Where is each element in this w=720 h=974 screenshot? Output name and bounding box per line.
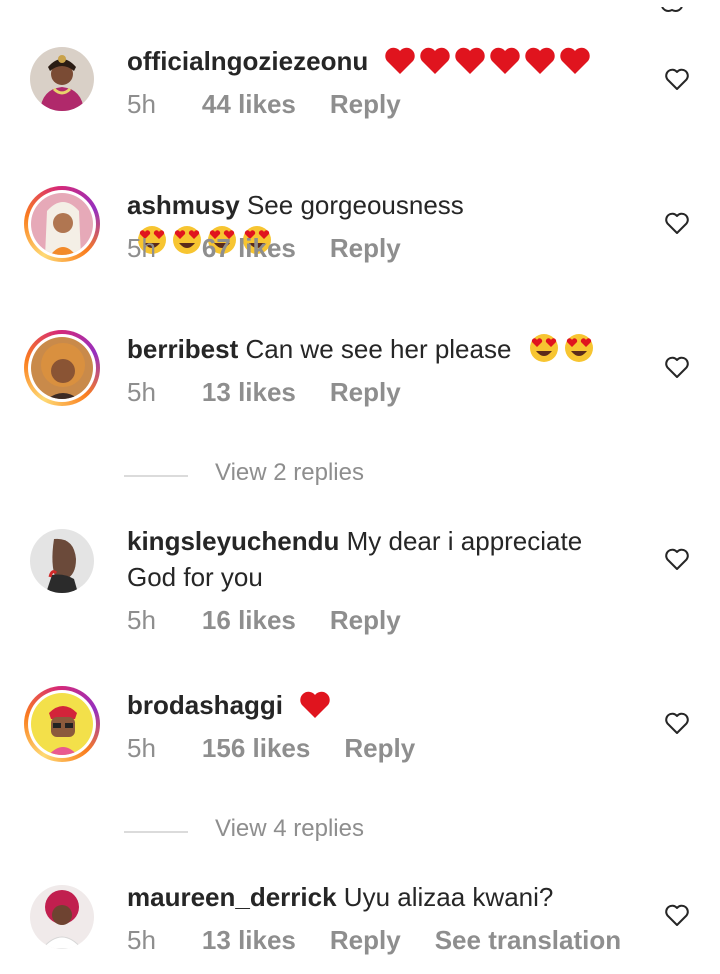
comment-time: 5h	[127, 377, 156, 407]
comment-likes[interactable]: 16 likes	[202, 605, 296, 636]
red-heart-icon	[560, 47, 591, 74]
comment-time: 5h	[127, 89, 156, 119]
comment-text: Can we see her please	[245, 334, 512, 364]
like-heart-icon[interactable]	[664, 355, 690, 379]
comment-time: 5h	[127, 733, 156, 763]
comment-username[interactable]: officialngoziezeonu	[127, 46, 368, 76]
comment-time: 5h	[127, 605, 156, 635]
comment-text: See gorgeousness	[246, 190, 464, 220]
comment-time: 5h	[127, 233, 156, 263]
reply-button[interactable]: Reply	[344, 733, 415, 764]
comment-likes[interactable]: 13 likes	[202, 377, 296, 408]
heart-eyes-icon	[529, 334, 558, 362]
red-heart-icon	[525, 47, 556, 74]
replies-divider	[124, 831, 188, 833]
comment-likes[interactable]: 13 likes	[202, 925, 296, 956]
view-replies-label[interactable]: View 2 replies	[215, 459, 364, 487]
like-heart-icon[interactable]	[664, 547, 690, 571]
avatar[interactable]	[30, 529, 94, 593]
red-heart-icon	[385, 47, 416, 74]
comment-text: Uyu alizaa kwani?	[343, 882, 554, 912]
red-heart-icon	[490, 47, 521, 74]
comment-username[interactable]: ashmusy	[127, 190, 240, 220]
like-heart-icon[interactable]	[664, 903, 690, 927]
comments-thread: officialngoziezeonu 5h 44 likes Reply as…	[0, 0, 720, 974]
reply-button[interactable]: Reply	[330, 605, 401, 636]
red-heart-icon	[300, 691, 330, 718]
comment-likes[interactable]: 156 likes	[202, 733, 310, 764]
avatar[interactable]	[24, 330, 100, 406]
comment-emojis	[525, 331, 595, 367]
like-heart-icon[interactable]	[664, 211, 690, 235]
comment-time: 5h	[127, 925, 156, 955]
replies-divider	[124, 475, 188, 477]
heart-icon-partial	[660, 0, 684, 12]
avatar[interactable]	[30, 47, 94, 111]
like-heart-icon[interactable]	[664, 67, 690, 91]
reply-button[interactable]: Reply	[330, 89, 401, 120]
like-heart-icon[interactable]	[664, 711, 690, 735]
comment-likes[interactable]: 44 likes	[202, 89, 296, 120]
comment-username[interactable]: maureen_derrick	[127, 882, 337, 912]
avatar[interactable]	[24, 186, 100, 262]
comment-username[interactable]: brodashaggi	[127, 690, 283, 720]
comment-username[interactable]: berribest	[127, 334, 238, 364]
red-heart-icon	[420, 47, 451, 74]
comment-emojis	[296, 687, 331, 723]
comment-emojis	[381, 43, 591, 79]
reply-button[interactable]: Reply	[330, 925, 401, 956]
heart-eyes-icon	[564, 334, 593, 362]
view-replies-label[interactable]: View 4 replies	[215, 815, 364, 843]
comment-username[interactable]: kingsleyuchendu	[127, 526, 339, 556]
avatar[interactable]	[30, 885, 94, 949]
comment-likes[interactable]: 67 likes	[202, 233, 296, 264]
avatar[interactable]	[24, 686, 100, 762]
reply-button[interactable]: Reply	[330, 233, 401, 264]
reply-button[interactable]: Reply	[330, 377, 401, 408]
see-translation-button[interactable]: See translation	[435, 925, 621, 956]
red-heart-icon	[455, 47, 486, 74]
